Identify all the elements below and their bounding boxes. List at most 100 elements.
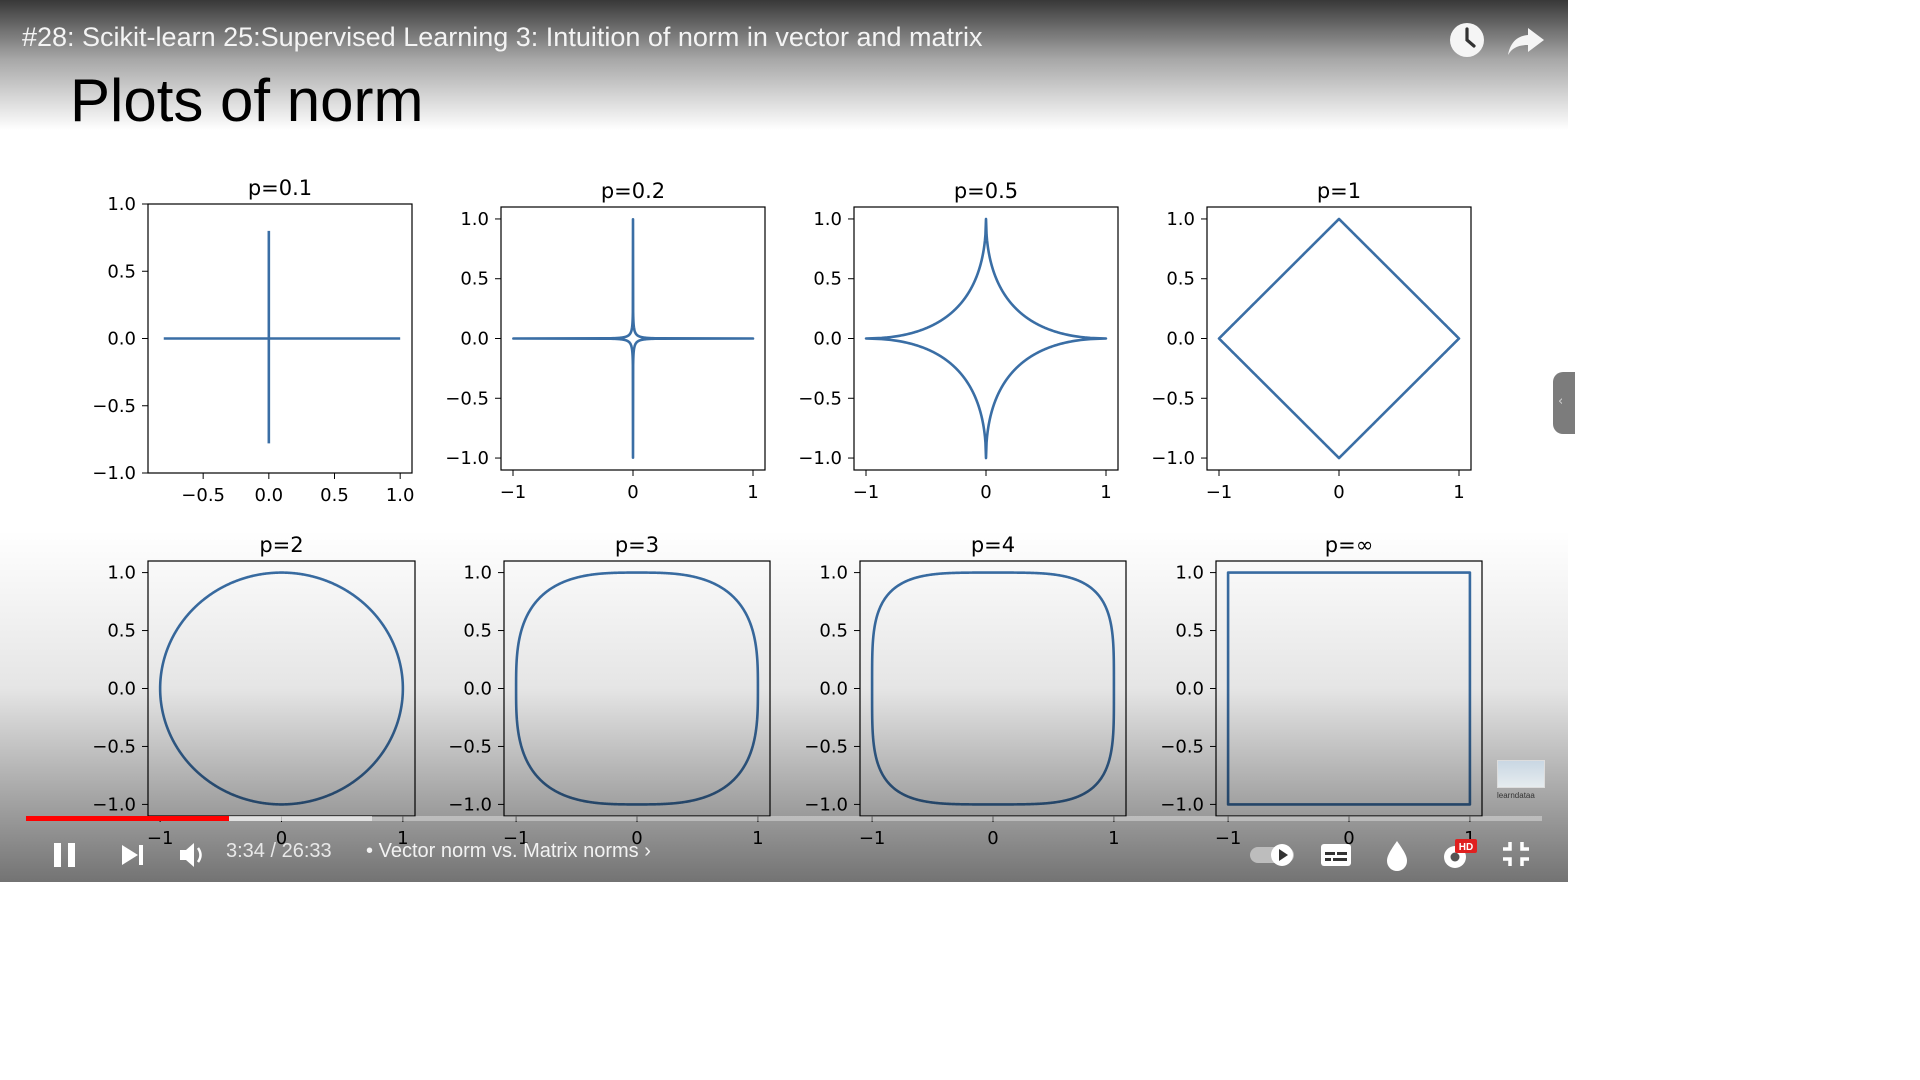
y-tick-label: 0.5 — [813, 269, 842, 290]
settings-button[interactable]: HD — [1438, 836, 1478, 872]
x-tick-label: 0 — [627, 482, 638, 503]
norm-plot-p-6: p=3−1 0 1−1.0−0.50.00.51.0 — [448, 533, 771, 849]
time-separator: / — [270, 840, 277, 862]
norm-plot-p-2: p=0.2 −1 0 1 −1.0 −0.5 0.0 0.5 1.0 — [445, 179, 766, 503]
norm-plot-p-5: p=2−1 0 1−1.0−0.50.00.51.0 — [92, 533, 416, 849]
current-time: 3:34 — [226, 840, 265, 862]
plot-title: p=0.1 — [248, 176, 312, 200]
x-tick-label: 0.0 — [255, 485, 284, 506]
x-tick-label: 1 — [1100, 482, 1111, 503]
y-tick-label: 1.0 — [463, 563, 492, 584]
video-title[interactable]: #28: Scikit-learn 25:Supervised Learning… — [22, 22, 983, 53]
norm-plot-p-4: p=1 −1 0 1 −1.0 −0.5 0.0 0.5 1.0 — [1151, 179, 1472, 503]
y-tick-label: 0.0 — [460, 329, 489, 350]
y-tick-label: 0.5 — [107, 261, 136, 282]
norm-curve — [1226, 571, 1472, 806]
side-panel-toggle[interactable]: ‹ — [1553, 372, 1575, 434]
share-button[interactable] — [1506, 20, 1546, 60]
plot-title: p=3 — [615, 533, 659, 557]
y-tick-label: 0.0 — [1175, 679, 1204, 700]
x-tick-label: −1 — [500, 482, 527, 503]
y-tick-label: −1.0 — [1160, 794, 1204, 815]
y-tick-label: −0.5 — [448, 736, 492, 757]
y-tick-label: 0.5 — [819, 621, 848, 642]
y-tick-label: −0.5 — [92, 396, 136, 417]
norm-plot-p-8: p=∞−1 0 1−1.0−0.50.00.51.0 — [1160, 533, 1483, 849]
norm-plot-p-1: p=0.1 −0.5 0.0 0.5 1.0 −1.0 −0.5 0.0 0.5 1.0 — [92, 176, 414, 506]
y-tick-label: 0.5 — [1175, 621, 1204, 642]
plot-title: p=0.5 — [954, 179, 1018, 203]
subtitles-button[interactable] — [1318, 836, 1354, 872]
pause-button[interactable] — [50, 836, 80, 872]
time-display: 3:34 / 26:33 — [226, 840, 332, 863]
y-tick-label: −0.5 — [92, 736, 136, 757]
y-tick-label: 1.0 — [1175, 563, 1204, 584]
y-tick-label: 0.0 — [463, 679, 492, 700]
volume-icon — [180, 843, 202, 867]
settings-gear-icon: HD — [1444, 839, 1477, 868]
watermark-text: learndataa — [1497, 791, 1535, 800]
volume-button[interactable] — [176, 836, 212, 872]
plot-frame — [147, 560, 416, 817]
progress-played — [26, 816, 230, 821]
y-tick-label: 0.0 — [1166, 329, 1195, 350]
norm-curve — [514, 571, 760, 806]
autoplay-toggle-icon — [1250, 844, 1294, 866]
chapter-title: Vector norm vs. Matrix norms — [378, 840, 639, 862]
y-tick-label: 1.0 — [1166, 209, 1195, 230]
plot-frame — [853, 206, 1119, 471]
y-tick-label: −1.0 — [1151, 448, 1195, 469]
plot-title: p=∞ — [1325, 533, 1373, 557]
x-tick-label: −0.5 — [181, 485, 225, 506]
y-tick-label: 1.0 — [813, 209, 842, 230]
norm-curve — [158, 571, 405, 806]
chapter-button[interactable]: • Vector norm vs. Matrix norms › — [366, 840, 651, 863]
exit-fullscreen-button[interactable] — [1498, 836, 1534, 872]
subtitles-icon — [1321, 844, 1351, 866]
y-tick-label: 1.0 — [460, 209, 489, 230]
y-tick-label: −1.0 — [798, 448, 842, 469]
plot-frame — [1215, 560, 1483, 817]
watermark-logo — [1497, 760, 1545, 788]
plot-frame — [503, 560, 771, 817]
duration: 26:33 — [281, 840, 332, 862]
norm-plot-p-7: p=4−1 0 1−1.0−0.50.00.51.0 — [804, 533, 1127, 849]
y-tick-label: −0.5 — [445, 388, 489, 409]
plot-title: p=2 — [259, 533, 303, 557]
y-tick-label: 0.0 — [107, 329, 136, 350]
watch-later-button[interactable] — [1447, 20, 1487, 60]
x-tick-label: 0 — [980, 482, 991, 503]
chapter-arrow: › — [644, 840, 651, 862]
clock-icon — [1450, 23, 1484, 57]
next-button[interactable] — [118, 836, 148, 872]
norm-curve — [1217, 217, 1461, 460]
pause-icon — [54, 843, 75, 867]
channel-watermark[interactable]: learndataa — [1497, 760, 1545, 806]
y-tick-label: 0.0 — [819, 679, 848, 700]
y-tick-label: 0.5 — [1166, 269, 1195, 290]
y-tick-label: 0.5 — [107, 621, 136, 642]
plot-title: p=4 — [971, 533, 1015, 557]
y-tick-label: 1.0 — [107, 194, 136, 215]
x-tick-label: 0 — [1333, 482, 1344, 503]
norm-curve — [870, 571, 1116, 806]
y-tick-label: 0.5 — [463, 621, 492, 642]
progress-bar[interactable] — [26, 816, 1542, 821]
share-arrow-icon — [1508, 28, 1544, 55]
y-tick-label: 1.0 — [819, 563, 848, 584]
next-icon — [122, 845, 143, 865]
y-tick-label: −0.5 — [1151, 388, 1195, 409]
x-tick-label: −1 — [1206, 482, 1233, 503]
y-tick-label: 1.0 — [107, 563, 136, 584]
autoplay-toggle[interactable] — [1248, 836, 1300, 872]
y-tick-label: 0.0 — [107, 679, 136, 700]
slide-title: Plots of norm — [70, 67, 424, 134]
x-tick-label: 1 — [747, 482, 758, 503]
ambient-mode-button[interactable] — [1382, 836, 1412, 872]
y-tick-label: −1.0 — [92, 463, 136, 484]
x-tick-label: 1 — [1453, 482, 1464, 503]
x-tick-label: 0.5 — [320, 485, 349, 506]
x-tick-label: 1.0 — [386, 485, 415, 506]
ambient-mode-icon — [1387, 841, 1407, 871]
plot-frame — [859, 560, 1127, 817]
